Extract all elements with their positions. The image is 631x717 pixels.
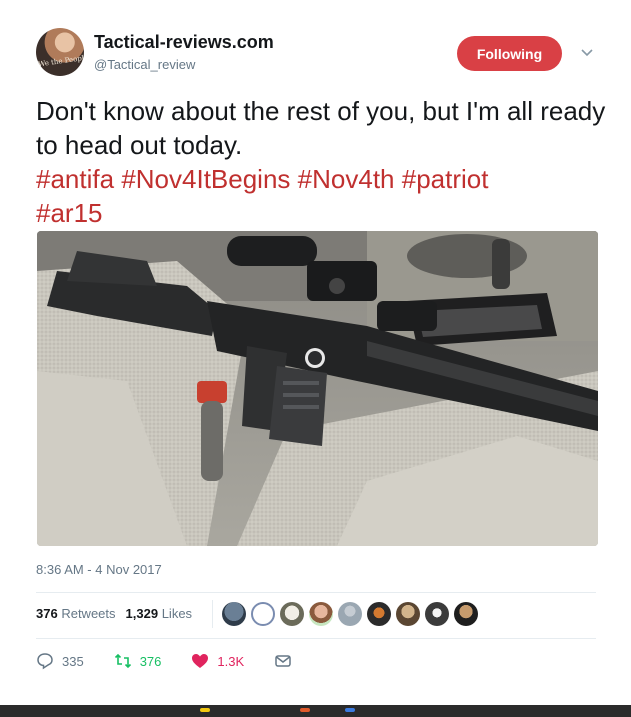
retweets-count: 376 (36, 606, 58, 621)
following-button[interactable]: Following (457, 36, 562, 71)
likes-stat[interactable]: 1,329 Likes (126, 606, 193, 621)
rifle-photo-illustration (37, 231, 598, 546)
divider (36, 638, 596, 639)
os-taskbar (0, 705, 631, 717)
heart-icon (192, 654, 209, 668)
chevron-down-icon[interactable] (580, 46, 594, 60)
avatar[interactable] (454, 602, 478, 626)
hashtag-link[interactable]: #Nov4ItBegins (121, 164, 290, 194)
likes-count: 1,329 (125, 606, 159, 621)
reply-icon (37, 653, 53, 670)
hashtag-link[interactable]: #ar15 (36, 198, 103, 228)
avatar[interactable] (251, 602, 275, 626)
reply-count: 335 (62, 653, 84, 669)
tweet-timestamp[interactable]: 8:36 AM - 4 Nov 2017 (36, 562, 162, 577)
taskbar-app-icon[interactable] (300, 708, 310, 712)
handle[interactable]: @Tactical_review (94, 57, 195, 72)
retweet-count: 376 (139, 653, 162, 669)
direct-message-button[interactable] (274, 652, 292, 670)
hashtag-link[interactable]: #patriot (402, 164, 489, 194)
taskbar-app-icon[interactable] (345, 708, 355, 712)
tweet-text: Don't know about the rest of you, but I'… (36, 94, 606, 230)
avatar[interactable] (338, 602, 362, 626)
avatar[interactable] (425, 602, 449, 626)
hashtag-link[interactable]: #Nov4th (298, 164, 395, 194)
taskbar-app-icon[interactable] (200, 708, 210, 712)
envelope-icon (275, 655, 291, 667)
like-count: 1.3K (217, 653, 245, 669)
engagement-stats: 376 Retweets 1,329 Likes (36, 606, 192, 621)
stats-separator (212, 600, 213, 628)
avatar[interactable] (309, 602, 333, 626)
like-button[interactable]: 1.3K (191, 652, 244, 670)
liker-avatars (222, 602, 478, 626)
tweet-card: We the People Tactical-reviews.com @Tact… (0, 0, 631, 705)
avatar[interactable] (396, 602, 420, 626)
avatar[interactable] (367, 602, 391, 626)
retweets-stat[interactable]: 376 Retweets (36, 606, 116, 621)
reply-button[interactable]: 335 (36, 652, 84, 670)
tweet-photo[interactable] (37, 231, 598, 546)
avatar[interactable]: We the People (36, 28, 84, 76)
avatar[interactable] (222, 602, 246, 626)
hashtag-link[interactable]: #antifa (36, 164, 114, 194)
action-bar: 335 376 1.3K (36, 652, 322, 670)
avatar-text: We the People (37, 53, 84, 69)
display-name[interactable]: Tactical-reviews.com (94, 32, 274, 53)
divider (36, 592, 596, 593)
retweet-button[interactable]: 376 (114, 652, 162, 670)
tweet-text-body: Don't know about the rest of you, but I'… (36, 96, 606, 160)
retweets-label: Retweets (61, 606, 116, 621)
likes-label: Likes (161, 606, 193, 621)
retweet-icon (114, 653, 131, 669)
avatar[interactable] (280, 602, 304, 626)
